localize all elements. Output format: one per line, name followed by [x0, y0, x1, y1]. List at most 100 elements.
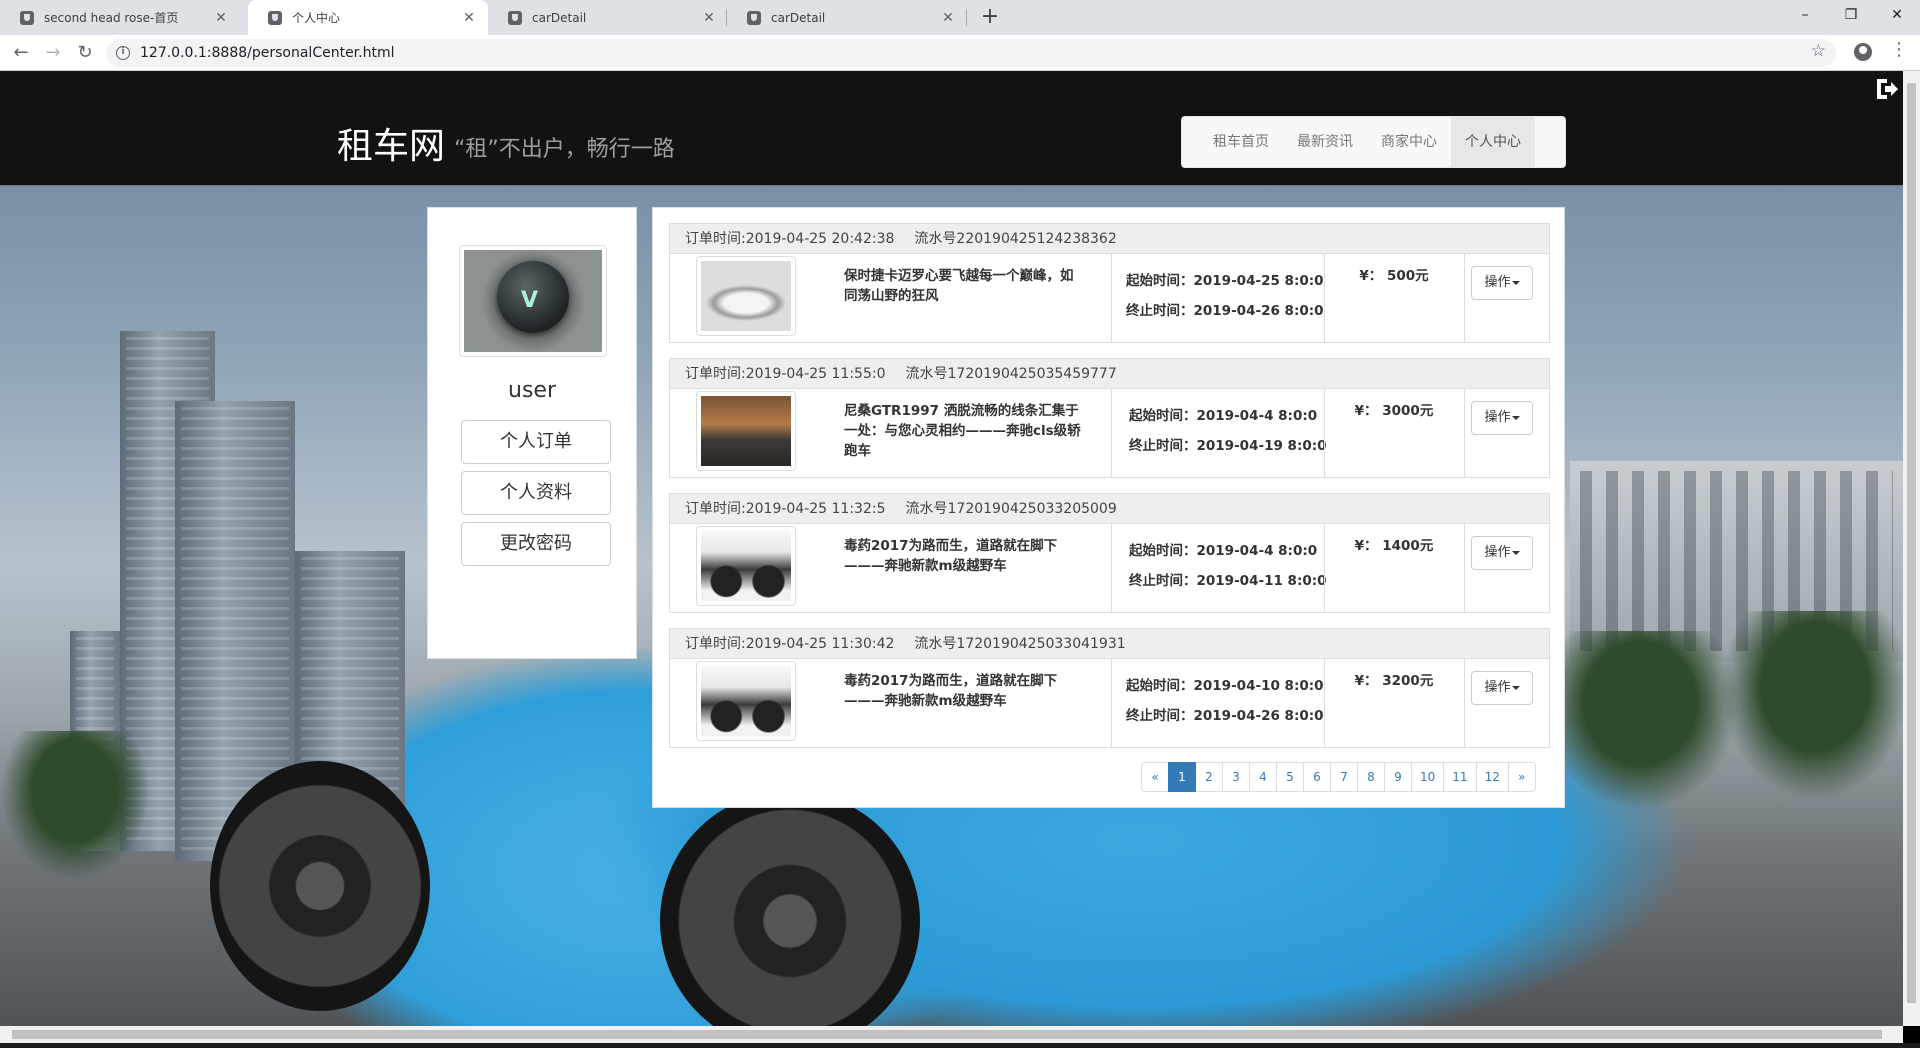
pagination-page[interactable]: 8	[1357, 762, 1385, 792]
car-title[interactable]: 毒药2017为路而生，道路就在脚下———奔驰新款m级越野车	[844, 536, 1084, 576]
tab-close-icon[interactable]: ✕	[935, 10, 961, 26]
address-bar[interactable]: i 127.0.0.1:8888/personalCenter.html ☆	[106, 39, 1836, 67]
tab-separator	[966, 9, 967, 26]
start-time: 起始时间：2019-04-4 8:0:0	[1129, 408, 1318, 424]
order-action-dropdown[interactable]: 操作	[1471, 671, 1533, 705]
site-brand[interactable]: 租车网	[337, 117, 445, 169]
cell-divider	[1111, 389, 1112, 477]
car-image	[701, 531, 791, 601]
tab-title: carDetail	[771, 10, 826, 25]
browser-tab[interactable]: carDetail ✕	[488, 0, 728, 35]
username: user	[508, 378, 556, 403]
rental-period: 起始时间：2019-04-4 8:0:0 终止时间：2019-04-19 8:0…	[1129, 401, 1327, 461]
caret-down-icon	[1511, 415, 1520, 420]
url-text[interactable]: 127.0.0.1:8888/personalCenter.html	[140, 45, 395, 61]
car-thumbnail[interactable]	[696, 256, 796, 336]
my-orders-button[interactable]: 个人订单	[461, 420, 611, 464]
pagination-page[interactable]: 5	[1276, 762, 1304, 792]
car-thumbnail[interactable]	[696, 526, 796, 606]
end-time: 终止时间：2019-04-26 8:0:0	[1126, 708, 1324, 724]
action-label: 操作	[1484, 410, 1511, 425]
tab-close-icon[interactable]: ✕	[696, 10, 722, 26]
browser-tab[interactable]: second head rose-首页 ✕	[0, 0, 240, 35]
reload-icon[interactable]: ↻	[71, 39, 99, 67]
background-palm-trees	[1720, 611, 1903, 801]
pagination-page[interactable]: 4	[1249, 762, 1277, 792]
pagination-page[interactable]: 12	[1475, 762, 1509, 792]
my-profile-button[interactable]: 个人资料	[461, 471, 611, 515]
scrollbar-thumb[interactable]	[12, 1030, 1882, 1039]
cell-divider	[1111, 659, 1112, 747]
background-palm-trees	[1540, 631, 1740, 811]
order-price: ¥： 500元	[1359, 268, 1429, 284]
more-menu-icon[interactable]: ⋮	[1890, 39, 1908, 60]
pagination-page[interactable]: 9	[1384, 762, 1412, 792]
rental-period: 起始时间：2019-04-25 8:0:0 终止时间：2019-04-26 8:…	[1126, 266, 1324, 326]
minimize-button[interactable]: –	[1782, 0, 1828, 30]
change-password-button[interactable]: 更改密码	[461, 522, 611, 566]
horizontal-scrollbar[interactable]	[0, 1026, 1903, 1043]
nav-item-home[interactable]: 租车首页	[1199, 117, 1283, 167]
order-serial: 流水号1720190425035459777	[905, 366, 1117, 382]
forward-arrow-icon[interactable]: →	[39, 39, 67, 67]
order-serial: 流水号1720190425033041931	[914, 636, 1126, 652]
car-title[interactable]: 保时捷卡迈罗心要飞越每一个巅峰，如同荡山野的狂风	[844, 266, 1084, 306]
rental-period: 起始时间：2019-04-10 8:0:0 终止时间：2019-04-26 8:…	[1126, 671, 1324, 731]
pagination-page[interactable]: 10	[1411, 762, 1445, 792]
pagination-prev[interactable]: «	[1141, 762, 1169, 792]
car-title[interactable]: 尼桑GTR1997 洒脱流畅的线条汇集于一处：与您心灵相约———奔驰cls级轿跑…	[844, 401, 1084, 461]
pagination-next[interactable]: »	[1507, 762, 1536, 792]
account-icon[interactable]	[1854, 43, 1872, 61]
tab-close-icon[interactable]: ✕	[208, 10, 234, 26]
pagination-page[interactable]: 1	[1168, 762, 1196, 792]
car-thumbnail[interactable]	[696, 391, 796, 471]
rental-period: 起始时间：2019-04-4 8:0:0 终止时间：2019-04-11 8:0…	[1129, 536, 1327, 596]
logout-icon[interactable]	[1874, 76, 1900, 102]
caret-down-icon	[1511, 550, 1520, 555]
new-tab-button[interactable]: +	[976, 3, 1004, 31]
pagination-page[interactable]: 3	[1222, 762, 1250, 792]
order-header: 订单时间:2019-04-25 11:30:42 流水号1720190425033…	[670, 629, 1549, 659]
site-favicon-icon	[268, 10, 282, 25]
pagination-page[interactable]: 11	[1443, 762, 1477, 792]
order-header: 订单时间:2019-04-25 11:32:5 流水号17201904250332…	[670, 494, 1549, 524]
nav-item-merchant[interactable]: 商家中心	[1367, 117, 1451, 167]
order-item: 订单时间:2019-04-25 11:55:0 流水号17201904250354…	[669, 358, 1550, 478]
order-time: 订单时间:2019-04-25 11:32:5	[685, 501, 886, 517]
scrollbar-thumb[interactable]	[1907, 83, 1916, 1003]
pagination-page[interactable]: 2	[1195, 762, 1223, 792]
order-action-dropdown[interactable]: 操作	[1471, 536, 1533, 570]
site-slogan: “租”不出户，畅行一路	[454, 137, 675, 162]
nav-item-personal[interactable]: 个人中心	[1451, 117, 1535, 167]
browser-tab[interactable]: carDetail ✕	[727, 0, 967, 35]
car-wheel	[210, 761, 430, 1011]
car-wheel	[660, 791, 920, 1026]
close-window-button[interactable]: ✕	[1874, 0, 1920, 30]
car-thumbnail[interactable]	[696, 661, 796, 741]
site-header: 租车网 “租”不出户，畅行一路 租车首页 最新资讯 商家中心 个人中心	[0, 71, 1903, 186]
cell-divider	[1111, 254, 1112, 342]
caret-down-icon	[1511, 685, 1520, 690]
browser-tab-active[interactable]: 个人中心 ✕	[248, 0, 488, 35]
info-icon[interactable]: i	[116, 46, 130, 60]
tab-title: 个人中心	[292, 11, 341, 25]
vertical-scrollbar[interactable]	[1903, 71, 1920, 1026]
avatar-logo-icon: V	[521, 288, 539, 313]
star-icon[interactable]: ☆	[1811, 41, 1826, 61]
order-serial: 流水号1720190425033205009	[905, 501, 1117, 517]
order-header: 订单时间:2019-04-25 11:55:0 流水号17201904250354…	[670, 359, 1549, 389]
profile-panel: V user 个人订单 个人资料 更改密码	[427, 207, 637, 659]
maximize-button[interactable]: ❐	[1828, 0, 1874, 30]
pagination-page[interactable]: 6	[1303, 762, 1331, 792]
car-image	[701, 261, 791, 331]
nav-item-news[interactable]: 最新资讯	[1283, 117, 1367, 167]
car-title[interactable]: 毒药2017为路而生，道路就在脚下———奔驰新款m级越野车	[844, 671, 1084, 711]
order-action-dropdown[interactable]: 操作	[1471, 266, 1533, 300]
back-arrow-icon[interactable]: ←	[7, 39, 35, 67]
order-price: ¥： 1400元	[1354, 538, 1434, 554]
action-label: 操作	[1484, 680, 1511, 695]
cell-divider	[1464, 659, 1465, 747]
tab-close-icon[interactable]: ✕	[456, 10, 482, 26]
order-action-dropdown[interactable]: 操作	[1471, 401, 1533, 435]
pagination-page[interactable]: 7	[1330, 762, 1358, 792]
